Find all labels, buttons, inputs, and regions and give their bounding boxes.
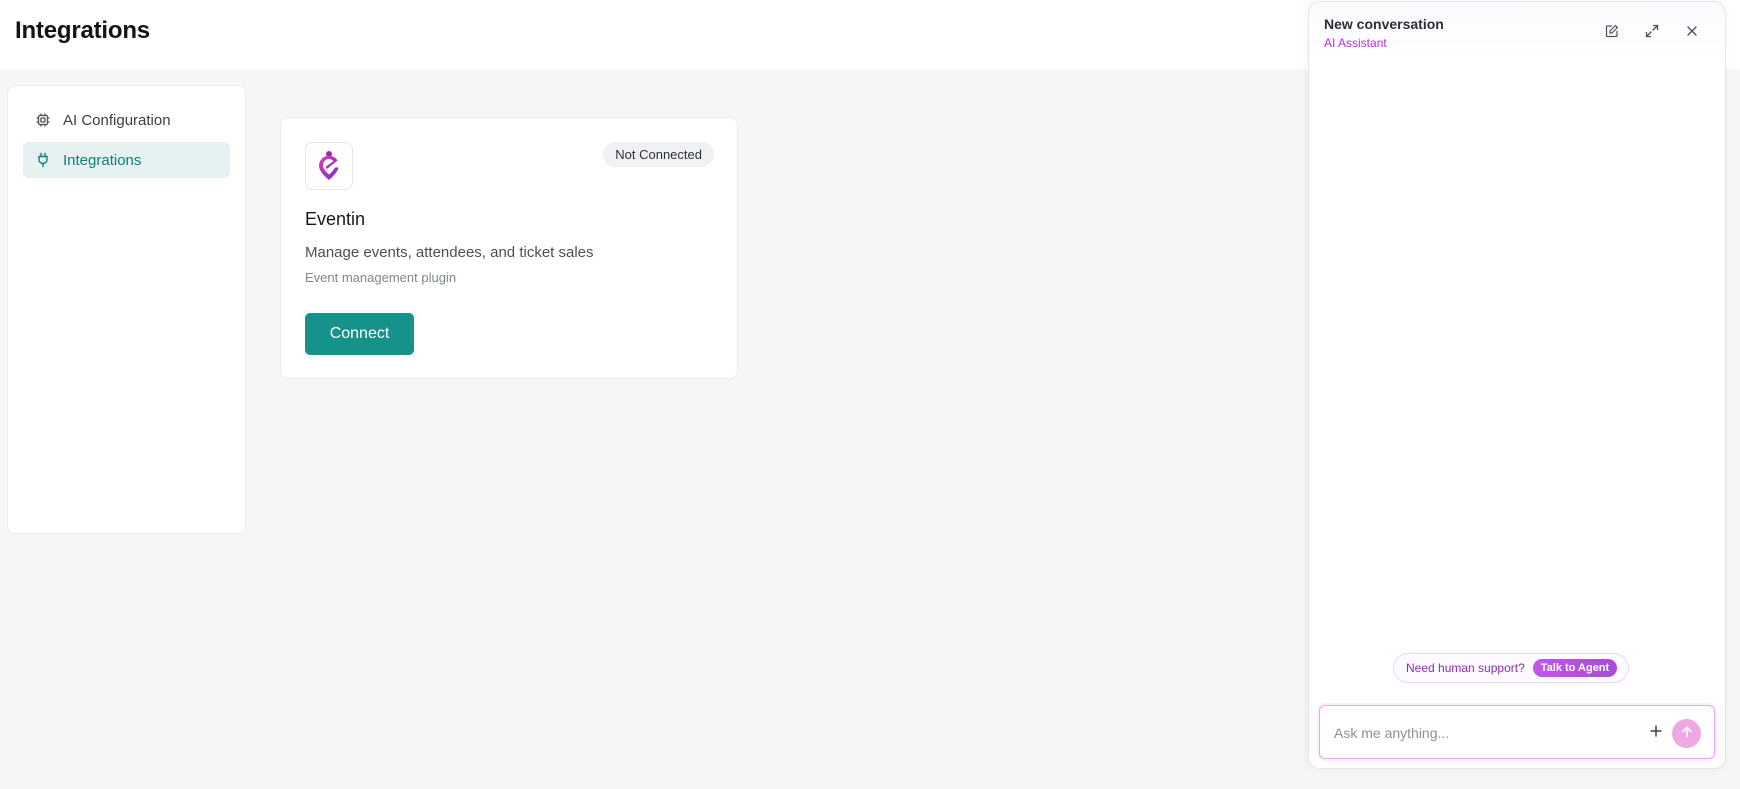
cpu-chip-icon: [34, 111, 52, 129]
chat-header: New conversation AI Assistant: [1309, 2, 1725, 60]
assistant-chat-panel: New conversation AI Assistant Need human…: [1308, 1, 1726, 769]
new-chat-button[interactable]: [1602, 23, 1622, 43]
send-button[interactable]: [1672, 719, 1701, 748]
edit-icon: [1605, 24, 1619, 43]
expand-button[interactable]: [1642, 23, 1662, 43]
attach-button[interactable]: [1646, 723, 1666, 743]
chat-title: New conversation: [1324, 16, 1444, 32]
chat-subtitle: AI Assistant: [1324, 36, 1387, 50]
integration-description: Manage events, attendees, and ticket sal…: [305, 244, 594, 261]
settings-sidebar: AI Configuration Integrations: [7, 85, 246, 534]
human-support-banner: Need human support? Talk to Agent: [1393, 653, 1630, 683]
close-icon: [1686, 24, 1698, 42]
support-text: Need human support?: [1406, 661, 1525, 675]
talk-to-agent-button[interactable]: Talk to Agent: [1532, 659, 1618, 677]
close-button[interactable]: [1682, 23, 1702, 43]
sidebar-item-label: AI Configuration: [63, 111, 171, 129]
arrow-up-icon: [1681, 725, 1693, 743]
chat-input[interactable]: [1334, 722, 1634, 744]
chat-composer: [1319, 705, 1715, 759]
integration-subtitle: Event management plugin: [305, 270, 457, 285]
integration-name: Eventin: [305, 209, 366, 229]
plus-icon: [1650, 724, 1662, 742]
integration-card-eventin: Not Connected Eventin Manage events, att…: [280, 117, 738, 379]
plug-icon: [34, 151, 52, 169]
sidebar-item-label: Integrations: [63, 151, 142, 169]
sidebar-item-ai-configuration[interactable]: AI Configuration: [23, 102, 230, 138]
expand-icon: [1645, 24, 1659, 43]
status-badge: Not Connected: [603, 142, 714, 167]
eventin-logo: [305, 142, 353, 190]
connect-button[interactable]: Connect: [305, 313, 414, 355]
sidebar-item-integrations[interactable]: Integrations: [23, 142, 230, 178]
page-title: Integrations: [15, 17, 150, 44]
